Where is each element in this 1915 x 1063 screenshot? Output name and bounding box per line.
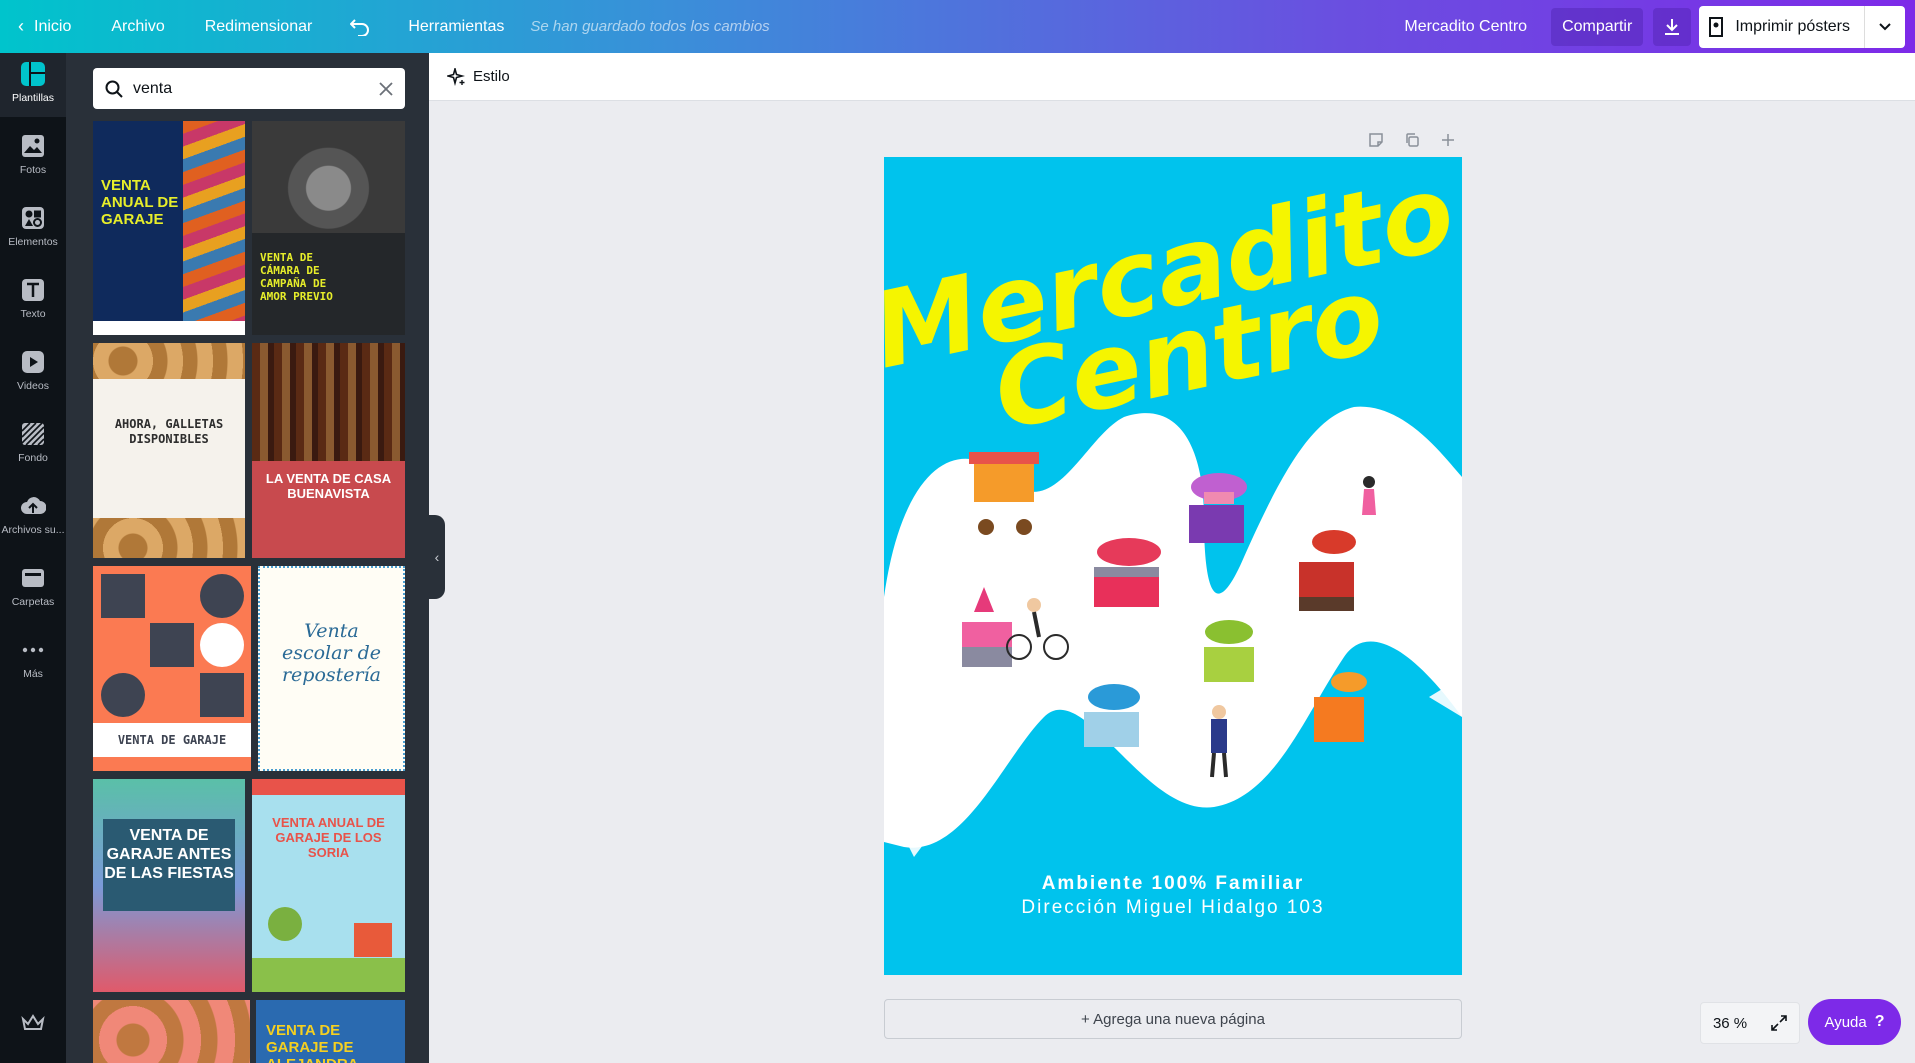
templates-panel: VENTA ANUAL DE GARAJE VENTA DE CÁMARA DE…	[66, 53, 429, 1063]
add-new-page-button[interactable]: + Agrega una nueva página	[884, 999, 1462, 1039]
template-card[interactable]: VENTA DE CÁMARA DE CAMPAÑA DE AMOR PREVI…	[252, 121, 405, 335]
note-icon	[1369, 133, 1383, 147]
template-card[interactable]: VENTA ANUAL DE GARAJE	[93, 121, 245, 335]
template-card[interactable]: Venta escolar de repostería	[258, 566, 405, 771]
print-posters-main[interactable]: Imprimir pósters	[1699, 5, 1865, 48]
template-card[interactable]: VENTA DE GARAJE ANTES DE LAS FIESTAS	[93, 779, 245, 992]
poster-canvas[interactable]: Mercadito Centro Ambiente 100% Familiar …	[884, 157, 1462, 975]
poster-subtitle-2[interactable]: Dirección Miguel Hidalgo 103	[884, 897, 1462, 919]
template-card[interactable]: LA VENTA DE CASA BUENAVISTA	[252, 343, 405, 558]
rail-label: Texto	[20, 308, 46, 320]
template-title: VENTA ANUAL DE GARAJE	[101, 177, 179, 228]
rail-item-elements[interactable]: Elementos	[0, 197, 66, 261]
duplicate-page-button[interactable]	[1394, 128, 1430, 152]
help-label: Ayuda	[1824, 1013, 1867, 1031]
background-icon	[20, 421, 46, 447]
rail-label: Plantillas	[11, 92, 55, 104]
copy-icon	[1406, 133, 1419, 147]
text-icon	[20, 277, 46, 303]
poster-icon	[1709, 16, 1724, 37]
chevron-left-icon: ‹	[18, 16, 24, 36]
download-icon	[1665, 18, 1680, 35]
top-bar: ‹ Inicio Archivo Redimensionar Herramien…	[0, 0, 1915, 53]
help-button[interactable]: Ayuda ?	[1808, 999, 1901, 1045]
chevron-down-icon	[1879, 22, 1891, 30]
template-title: AHORA, GALLETAS DISPONIBLES	[114, 417, 224, 446]
elements-icon	[20, 205, 46, 231]
search-input[interactable]	[133, 79, 379, 98]
template-title: VENTA DE GARAJE ANTES DE LAS FIESTAS	[104, 827, 234, 882]
search-box[interactable]	[93, 68, 405, 109]
tools-menu[interactable]: Herramientas	[388, 0, 524, 53]
templates-icon	[20, 61, 46, 87]
rail-item-text[interactable]: Texto	[0, 269, 66, 333]
template-title: VENTA DE GARAJE	[117, 733, 227, 747]
add-page-button[interactable]	[1430, 128, 1466, 152]
home-label: Inicio	[34, 17, 72, 35]
crown-icon[interactable]	[21, 1013, 45, 1038]
chevron-left-icon: ‹	[434, 549, 440, 565]
undo-icon	[350, 18, 370, 36]
template-card[interactable]: VENTA DE GARAJE DE ALEJANDRA	[256, 1000, 405, 1063]
rail-label: Fondo	[18, 452, 48, 464]
clear-search-icon[interactable]	[379, 81, 393, 96]
rail-item-videos[interactable]: Videos	[0, 341, 66, 405]
rail-item-photos[interactable]: Fotos	[0, 125, 66, 189]
print-options-dropdown[interactable]	[1865, 22, 1905, 31]
plus-icon	[1442, 134, 1454, 146]
template-card[interactable]: VENTA ANUAL DE GARAJE DE LOS SORIA	[252, 779, 405, 992]
photos-icon	[20, 133, 46, 159]
print-posters-label: Imprimir pósters	[1735, 17, 1850, 35]
collapse-panel-button[interactable]: ‹	[429, 515, 445, 599]
template-card[interactable]	[93, 1000, 250, 1063]
rail-item-more[interactable]: Más	[0, 629, 66, 693]
template-title: Venta escolar de repostería	[281, 620, 382, 686]
download-button[interactable]	[1653, 7, 1692, 46]
sparkle-icon	[447, 67, 465, 86]
rail-label: Archivos su...	[1, 524, 65, 536]
undo-button[interactable]	[332, 0, 388, 53]
question-icon: ?	[1874, 1013, 1885, 1030]
project-name[interactable]: Mercadito Centro	[1380, 0, 1551, 53]
rail-item-background[interactable]: Fondo	[0, 413, 66, 477]
poster-subtitle-1[interactable]: Ambiente 100% Familiar	[884, 873, 1462, 895]
rail-label: Más	[23, 668, 43, 680]
template-card[interactable]: AHORA, GALLETAS DISPONIBLES	[93, 343, 245, 558]
style-button[interactable]: Estilo	[447, 67, 510, 86]
zoom-level[interactable]: 36 %	[1713, 1015, 1747, 1032]
more-icon	[20, 637, 46, 663]
rail-label: Elementos	[8, 236, 58, 248]
rail-item-uploads[interactable]: Archivos su...	[0, 485, 66, 549]
search-icon	[105, 80, 123, 98]
poster-title[interactable]: Mercadito Centro	[884, 157, 1462, 454]
video-icon	[20, 349, 46, 375]
template-card[interactable]: VENTA DE GARAJE	[93, 566, 251, 771]
rail-label: Fotos	[19, 164, 47, 176]
template-title: VENTA DE CÁMARA DE CAMPAÑA DE AMOR PREVI…	[260, 251, 333, 303]
fullscreen-icon[interactable]	[1771, 1015, 1787, 1031]
resize-button[interactable]: Redimensionar	[185, 0, 333, 53]
saved-status: Se han guardado todos los cambios	[530, 18, 770, 35]
page-notes-button[interactable]	[1358, 128, 1394, 152]
print-posters-button[interactable]: Imprimir pósters	[1699, 5, 1905, 48]
rail-label: Carpetas	[11, 596, 55, 608]
template-title: VENTA DE GARAJE DE ALEJANDRA	[266, 1022, 359, 1063]
rail-item-folders[interactable]: Carpetas	[0, 557, 66, 621]
left-rail: Plantillas Fotos Elementos Texto Videos …	[0, 53, 66, 1063]
page-tools	[1358, 128, 1466, 152]
zoom-control[interactable]: 36 %	[1700, 1002, 1800, 1044]
rail-label: Videos	[17, 380, 49, 392]
style-label: Estilo	[473, 68, 510, 85]
share-button[interactable]: Compartir	[1551, 7, 1644, 46]
template-title: VENTA ANUAL DE GARAJE DE LOS SORIA	[272, 815, 385, 860]
editor-toolbar: Estilo	[429, 53, 1915, 101]
template-title: LA VENTA DE CASA BUENAVISTA	[265, 471, 392, 501]
uploads-icon	[20, 493, 46, 519]
rail-item-templates[interactable]: Plantillas	[0, 53, 66, 117]
home-button[interactable]: ‹ Inicio	[0, 0, 91, 53]
folders-icon	[20, 565, 46, 591]
file-menu[interactable]: Archivo	[91, 0, 184, 53]
